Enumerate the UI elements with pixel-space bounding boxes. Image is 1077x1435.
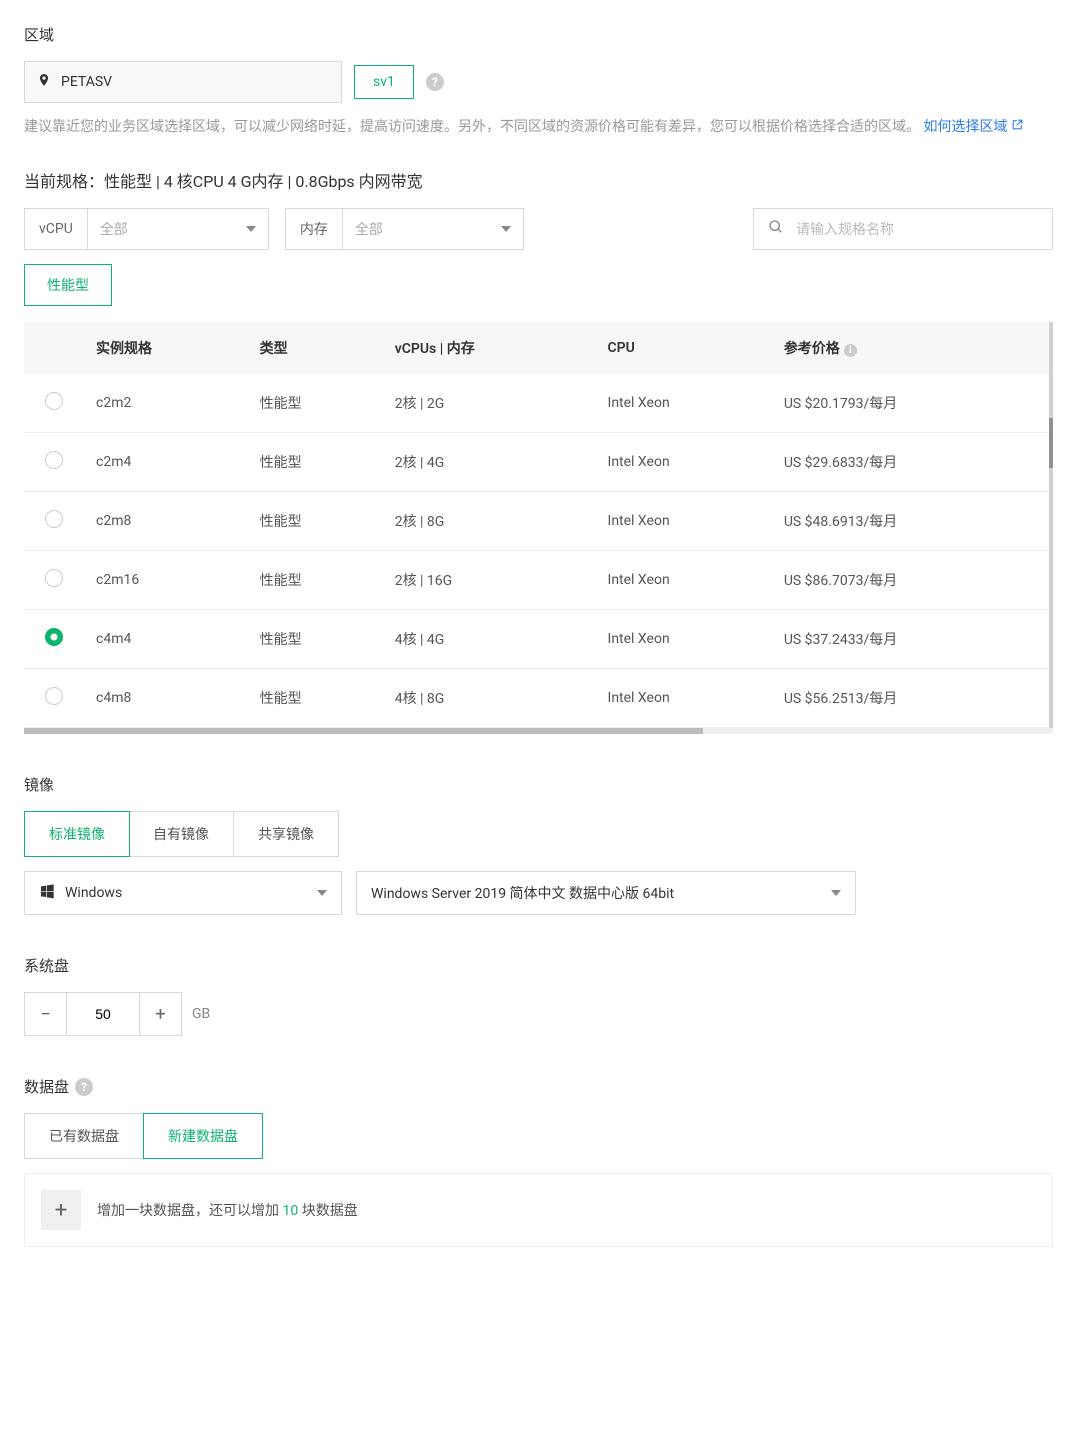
cell-price: US $29.6833/每月 — [772, 433, 1053, 492]
cell-spec: c4m4 — [84, 610, 248, 669]
add-disk-button[interactable]: + — [41, 1190, 81, 1230]
cell-cpu: Intel Xeon — [596, 492, 772, 551]
table-row[interactable]: c4m8 性能型 4核 | 8G Intel Xeon US $56.2513/… — [24, 669, 1053, 728]
vertical-scrollbar-thumb[interactable] — [1049, 418, 1053, 468]
help-icon[interactable]: ? — [426, 73, 444, 91]
current-spec-label: 当前规格：性能型 | 4 核CPU 4 G内存 | 0.8Gbps 内网带宽 — [24, 168, 1053, 192]
spec-search-input[interactable] — [796, 221, 1038, 237]
region-value: PETASV — [61, 74, 112, 90]
system-disk-stepper: − + — [24, 992, 182, 1036]
vcpu-label: vCPU — [25, 209, 88, 249]
image-tab[interactable]: 自有镜像 — [129, 812, 234, 856]
chevron-down-icon — [501, 226, 511, 232]
image-label: 镜像 — [24, 774, 1053, 795]
cell-type: 性能型 — [248, 551, 383, 610]
spec-type-tab[interactable]: 性能型 — [24, 264, 112, 306]
region-label: 区域 — [24, 24, 1053, 45]
radio[interactable] — [45, 569, 63, 587]
system-disk-label: 系统盘 — [24, 955, 1053, 976]
region-select[interactable]: PETASV — [24, 61, 342, 103]
chevron-down-icon — [246, 226, 256, 232]
mem-filter[interactable]: 内存 全部 — [285, 208, 524, 250]
horizontal-scrollbar[interactable] — [24, 728, 1053, 734]
cell-price: US $20.1793/每月 — [772, 374, 1053, 433]
cell-price: US $86.7073/每月 — [772, 551, 1053, 610]
th-vcpu-mem: vCPUs | 内存 — [383, 322, 596, 374]
external-link-icon — [1011, 115, 1024, 140]
cell-type: 性能型 — [248, 669, 383, 728]
radio[interactable] — [45, 510, 63, 528]
radio[interactable] — [45, 392, 63, 410]
add-disk-text: 增加一块数据盘，还可以增加 10 块数据盘 — [97, 1200, 358, 1220]
radio[interactable] — [45, 451, 63, 469]
image-tabs: 标准镜像自有镜像共享镜像 — [24, 811, 339, 857]
table-row[interactable]: c2m8 性能型 2核 | 8G Intel Xeon US $48.6913/… — [24, 492, 1053, 551]
cell-vcpu-mem: 2核 | 4G — [383, 433, 596, 492]
cell-spec: c2m16 — [84, 551, 248, 610]
cell-cpu: Intel Xeon — [596, 551, 772, 610]
increase-button[interactable]: + — [139, 993, 181, 1035]
data-disk-tab[interactable]: 已有数据盘 — [25, 1114, 144, 1158]
region-help-link[interactable]: 如何选择区域 — [923, 115, 1024, 140]
cell-vcpu-mem: 4核 | 4G — [383, 610, 596, 669]
cell-type: 性能型 — [248, 492, 383, 551]
th-cpu: CPU — [596, 322, 772, 374]
cell-price: US $37.2433/每月 — [772, 610, 1053, 669]
add-disk-panel: + 增加一块数据盘，还可以增加 10 块数据盘 — [24, 1173, 1053, 1247]
location-icon — [37, 72, 51, 92]
horizontal-scrollbar-thumb[interactable] — [24, 728, 703, 734]
cell-vcpu-mem: 2核 | 16G — [383, 551, 596, 610]
mem-label: 内存 — [286, 209, 343, 249]
cell-vcpu-mem: 4核 | 8G — [383, 669, 596, 728]
vertical-scrollbar[interactable] — [1049, 322, 1053, 728]
decrease-button[interactable]: − — [25, 993, 67, 1035]
chevron-down-icon — [317, 890, 327, 896]
chevron-down-icon — [831, 890, 841, 896]
th-spec: 实例规格 — [84, 322, 248, 374]
cell-cpu: Intel Xeon — [596, 374, 772, 433]
cell-type: 性能型 — [248, 374, 383, 433]
radio[interactable] — [45, 687, 63, 705]
th-type: 类型 — [248, 322, 383, 374]
cell-spec: c2m4 — [84, 433, 248, 492]
image-tab[interactable]: 标准镜像 — [24, 811, 130, 857]
table-row[interactable]: c4m4 性能型 4核 | 4G Intel Xeon US $37.2433/… — [24, 610, 1053, 669]
vcpu-filter[interactable]: vCPU 全部 — [24, 208, 269, 250]
region-hint: 建议靠近您的业务区域选择区域，可以减少网络时延，提高访问速度。另外，不同区域的资… — [24, 115, 1053, 140]
system-disk-input[interactable] — [67, 993, 139, 1035]
image-tab[interactable]: 共享镜像 — [234, 812, 338, 856]
zone-tag[interactable]: sv1 — [354, 65, 414, 99]
table-row[interactable]: c2m4 性能型 2核 | 4G Intel Xeon US $29.6833/… — [24, 433, 1053, 492]
cell-vcpu-mem: 2核 | 8G — [383, 492, 596, 551]
windows-icon — [39, 883, 55, 903]
th-price: 参考价格i — [772, 322, 1053, 374]
cell-cpu: Intel Xeon — [596, 433, 772, 492]
table-row[interactable]: c2m16 性能型 2核 | 16G Intel Xeon US $86.707… — [24, 551, 1053, 610]
cell-spec: c2m8 — [84, 492, 248, 551]
cell-price: US $56.2513/每月 — [772, 669, 1053, 728]
cell-type: 性能型 — [248, 433, 383, 492]
os-select[interactable]: Windows — [24, 871, 342, 915]
help-icon[interactable]: ? — [75, 1078, 93, 1096]
table-row[interactable]: c2m2 性能型 2核 | 2G Intel Xeon US $20.1793/… — [24, 374, 1053, 433]
cell-spec: c2m2 — [84, 374, 248, 433]
spec-search[interactable] — [753, 208, 1053, 250]
info-icon[interactable]: i — [844, 344, 857, 357]
search-icon — [768, 219, 784, 239]
disk-unit: GB — [192, 1006, 210, 1022]
data-disk-tab[interactable]: 新建数据盘 — [143, 1113, 263, 1159]
cell-type: 性能型 — [248, 610, 383, 669]
cell-cpu: Intel Xeon — [596, 669, 772, 728]
radio[interactable] — [45, 628, 63, 646]
cell-cpu: Intel Xeon — [596, 610, 772, 669]
cell-spec: c4m8 — [84, 669, 248, 728]
cell-vcpu-mem: 2核 | 2G — [383, 374, 596, 433]
os-version-select[interactable]: Windows Server 2019 简体中文 数据中心版 64bit — [356, 871, 856, 915]
data-disk-tabs: 已有数据盘新建数据盘 — [24, 1113, 263, 1159]
cell-price: US $48.6913/每月 — [772, 492, 1053, 551]
spec-table: 实例规格 类型 vCPUs | 内存 CPU 参考价格i c2m2 性能型 2核… — [24, 322, 1053, 728]
data-disk-label: 数据盘 ? — [24, 1076, 1053, 1097]
